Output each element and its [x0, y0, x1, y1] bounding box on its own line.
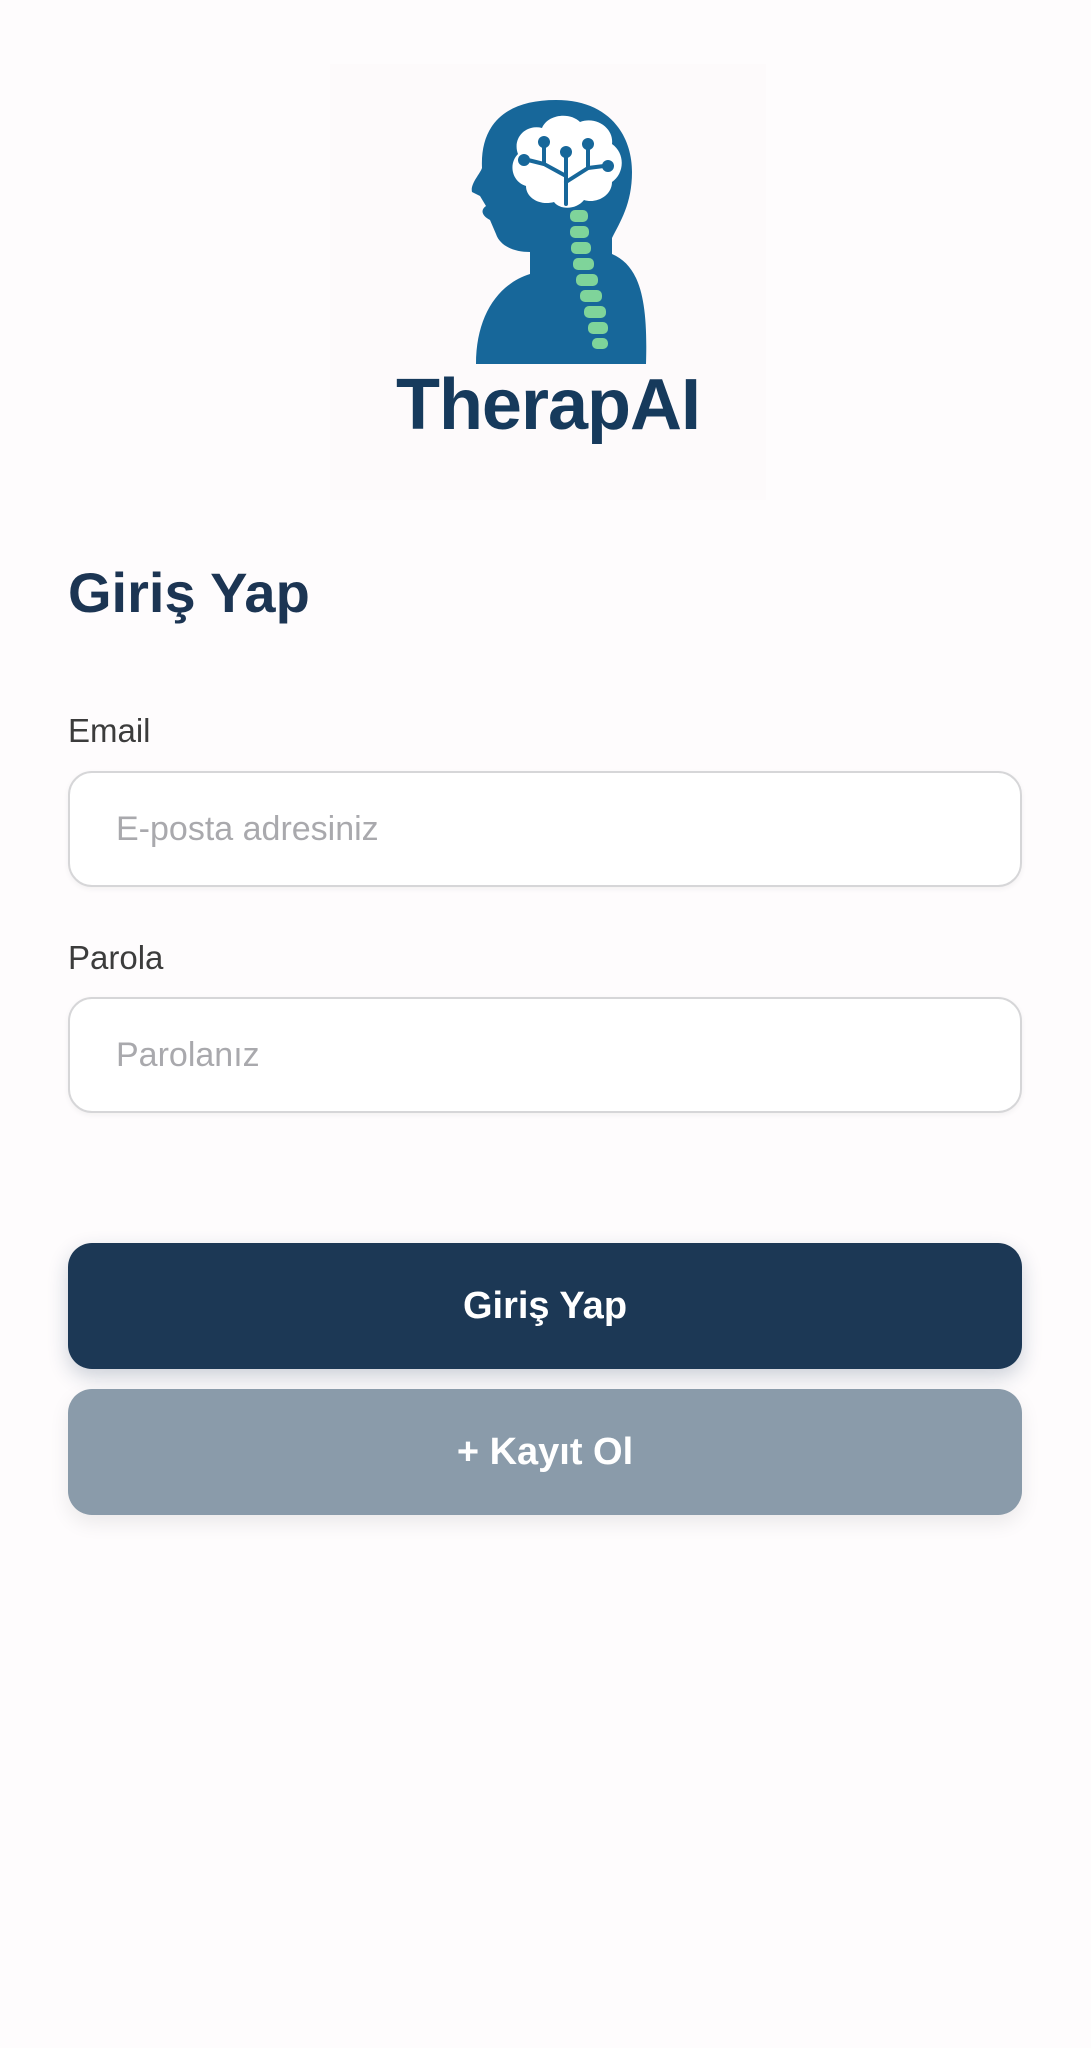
register-button[interactable]: + Kayıt Ol: [68, 1389, 1022, 1515]
register-button-label: + Kayıt Ol: [456, 1430, 634, 1473]
email-label: Email: [68, 712, 151, 749]
password-label: Parola: [68, 939, 164, 976]
page-title: Giriş Yap: [68, 561, 310, 624]
app-logo: TherapAI: [330, 64, 766, 500]
login-button-label: Giriş Yap: [462, 1284, 628, 1327]
brand-name: TherapAI: [395, 365, 701, 445]
login-button[interactable]: Giriş Yap: [68, 1243, 1022, 1369]
password-field[interactable]: [68, 997, 1022, 1113]
email-field[interactable]: [68, 771, 1022, 887]
